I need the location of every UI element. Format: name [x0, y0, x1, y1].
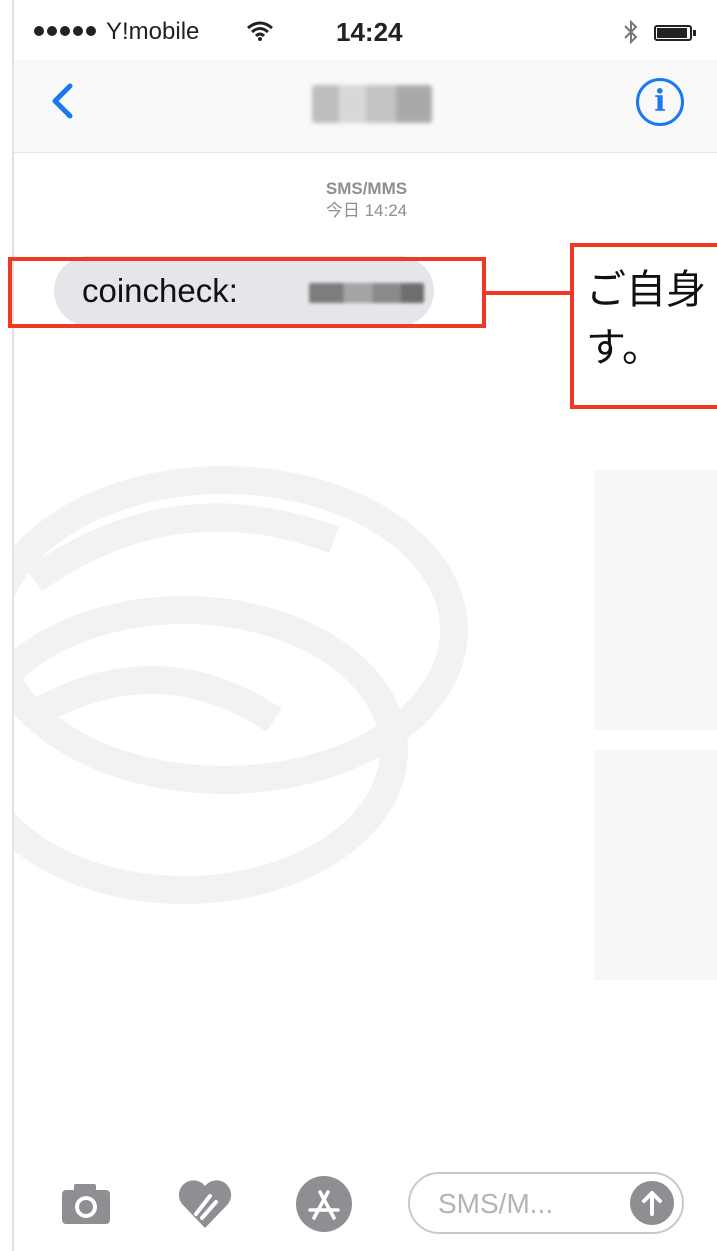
info-icon[interactable]: i — [636, 78, 684, 126]
contact-name-redacted[interactable] — [312, 85, 432, 123]
status-bar: Y!mobile 14:24 — [14, 0, 717, 60]
bluetooth-icon — [624, 19, 638, 45]
app-store-icon[interactable] — [294, 1174, 354, 1234]
service-label: SMS/MMS — [325, 179, 408, 198]
wifi-icon — [247, 21, 273, 41]
navigation-bar: i — [14, 60, 717, 153]
back-chevron-icon[interactable] — [40, 76, 90, 126]
message-timestamp: 今日 14:24 — [325, 201, 408, 220]
messages-screen: Y!mobile 14:24 i SMS/MMS 今日 14:24 coinch… — [12, 0, 717, 1251]
background-watermark — [14, 466, 717, 980]
arrow-up-icon[interactable] — [630, 1181, 674, 1225]
message-input[interactable]: SMS/M... — [408, 1172, 684, 1234]
camera-icon[interactable] — [58, 1178, 114, 1230]
signal-strength-icon — [34, 26, 96, 36]
carrier-name: Y!mobile — [106, 18, 200, 45]
message-input-placeholder: SMS/M... — [438, 1188, 554, 1219]
callout-connector — [486, 291, 570, 295]
status-time: 14:24 — [336, 17, 403, 47]
battery-icon — [654, 25, 696, 41]
highlight-box — [8, 257, 486, 328]
digital-touch-icon[interactable] — [174, 1174, 236, 1232]
callout-box: ご自身 す。 — [570, 243, 717, 409]
callout-text: ご自身 す。 — [586, 267, 706, 371]
thread-header: SMS/MMS 今日 14:24 — [14, 178, 717, 222]
input-bar: SMS/M... — [14, 1150, 717, 1251]
